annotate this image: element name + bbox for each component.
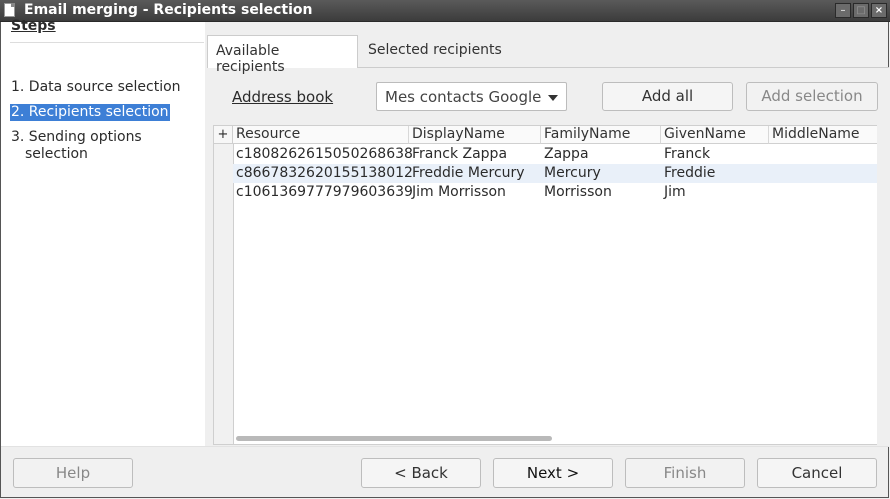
next-button[interactable]: Next > — [493, 458, 613, 488]
address-book-select[interactable]: Mes contacts Google — [376, 82, 567, 111]
dropdown-arrow-icon — [548, 95, 558, 101]
cell-resource: c1808262615050268638 — [236, 146, 413, 162]
address-book-value: Mes contacts Google — [385, 88, 542, 106]
document-icon — [4, 3, 15, 17]
column-header-givenname[interactable]: GivenName — [661, 126, 769, 144]
title-bar: Email merging - Recipients selection – □… — [0, 0, 890, 22]
table-row[interactable]: c1061369777979603639 Jim Morrisson Morri… — [233, 183, 877, 202]
row-header-column — [214, 144, 234, 444]
cancel-button[interactable]: Cancel — [757, 458, 877, 488]
cell-resource: c8667832620155138012 — [236, 165, 413, 181]
horizontal-scrollbar[interactable] — [236, 436, 552, 441]
cell-givenname: Freddie — [664, 165, 716, 181]
add-all-button[interactable]: Add all — [602, 82, 733, 111]
help-button[interactable]: Help — [13, 458, 133, 488]
address-book-label: Address book — [232, 88, 334, 106]
table-row[interactable]: c1808262615050268638 Franck Zappa Zappa … — [233, 145, 877, 164]
tab-available-recipients[interactable]: Available recipients — [207, 35, 358, 75]
column-header-middlename[interactable]: MiddleName — [769, 126, 877, 144]
back-button[interactable]: < Back — [361, 458, 481, 488]
steps-title: Steps — [11, 18, 56, 34]
column-header-familyname[interactable]: FamilyName — [541, 126, 661, 144]
add-selection-button[interactable]: Add selection — [746, 82, 878, 111]
step-sending-options-line2: selection — [25, 146, 88, 162]
recipients-table[interactable]: + Resource DisplayName FamilyName GivenN… — [213, 125, 877, 445]
cell-givenname: Franck — [664, 146, 711, 162]
steps-divider — [10, 42, 204, 43]
step-data-source[interactable]: 1. Data source selection — [11, 79, 181, 95]
maximize-icon[interactable]: □ — [853, 3, 869, 18]
window-title: Email merging - Recipients selection — [24, 2, 313, 18]
close-icon[interactable]: × — [871, 3, 887, 18]
column-header-displayname[interactable]: DisplayName — [409, 126, 541, 144]
finish-button[interactable]: Finish — [625, 458, 745, 488]
expand-toggle[interactable]: + — [214, 126, 233, 144]
footer-divider — [1, 446, 889, 447]
table-row[interactable]: c8667832620155138012 Freddie Mercury Mer… — [233, 164, 877, 183]
cell-displayname: Freddie Mercury — [412, 165, 525, 181]
cell-displayname: Franck Zappa — [412, 146, 508, 162]
cell-familyname: Mercury — [544, 165, 601, 181]
cell-resource: c1061369777979603639 — [236, 184, 413, 200]
step-sending-options[interactable]: 3. Sending options — [11, 129, 142, 145]
column-header-resource[interactable]: Resource — [233, 126, 409, 144]
cell-givenname: Jim — [664, 184, 686, 200]
step-recipients[interactable]: 2. Recipients selection — [10, 104, 170, 121]
cell-familyname: Morrisson — [544, 184, 612, 200]
cell-familyname: Zappa — [544, 146, 589, 162]
minimize-icon[interactable]: – — [835, 3, 851, 18]
tab-selected-recipients[interactable]: Selected recipients — [360, 35, 510, 68]
cell-displayname: Jim Morrisson — [412, 184, 506, 200]
